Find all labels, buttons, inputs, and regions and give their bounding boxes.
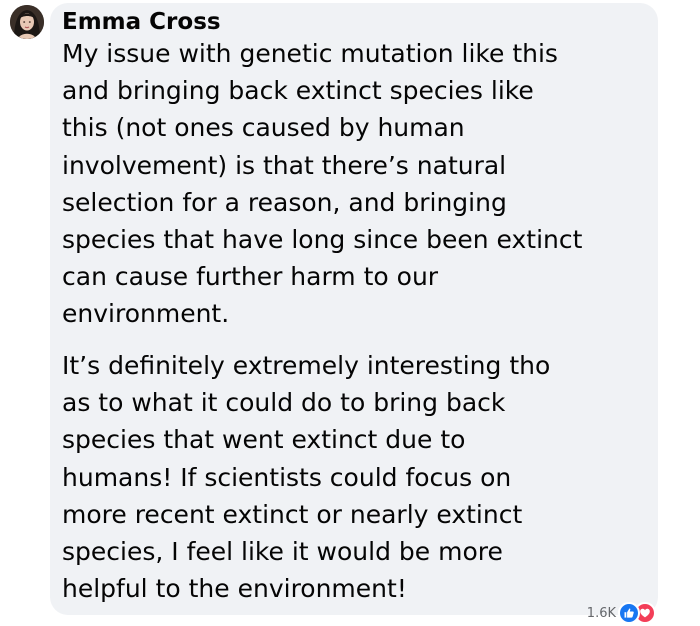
comment-line: My issue with genetic mutation like this bbox=[62, 39, 558, 68]
reaction-count: 1.6K bbox=[586, 605, 616, 621]
comment-line: species that went extinct due to bbox=[62, 425, 466, 455]
comment-line: selection for a reason, and bringing bbox=[62, 187, 507, 217]
comment-line: as to what it could do to bring back bbox=[62, 388, 506, 418]
like-icon bbox=[618, 602, 640, 624]
comment-line: humans! If scientists could focus on bbox=[62, 462, 512, 492]
comment-line: It’s definitely extremely interesting th… bbox=[62, 351, 551, 380]
comment-line: helpful to the environment! bbox=[62, 574, 407, 604]
comment-paragraph-1: My issue with genetic mutation like this… bbox=[62, 35, 582, 333]
reaction-summary[interactable]: 1.6K bbox=[587, 602, 656, 624]
comment-line: and bringing back extinct species like bbox=[62, 76, 534, 106]
comment-line: this (not ones caused by human bbox=[62, 113, 465, 143]
comment-line: species, I feel like it would be more bbox=[62, 537, 503, 567]
comment-line: involvement) is that there’s natural bbox=[62, 150, 507, 180]
author-name[interactable]: Emma Cross bbox=[62, 8, 221, 36]
comment-line: environment. bbox=[62, 299, 230, 329]
comment-paragraph-2: It’s definitely extremely interesting th… bbox=[62, 347, 550, 607]
comment-line: species that have long since been extinc… bbox=[62, 225, 583, 255]
comment-line: can cause further harm to our bbox=[62, 262, 439, 292]
comment-line: more recent extinct or nearly extinct bbox=[62, 499, 523, 529]
avatar[interactable] bbox=[10, 5, 44, 39]
